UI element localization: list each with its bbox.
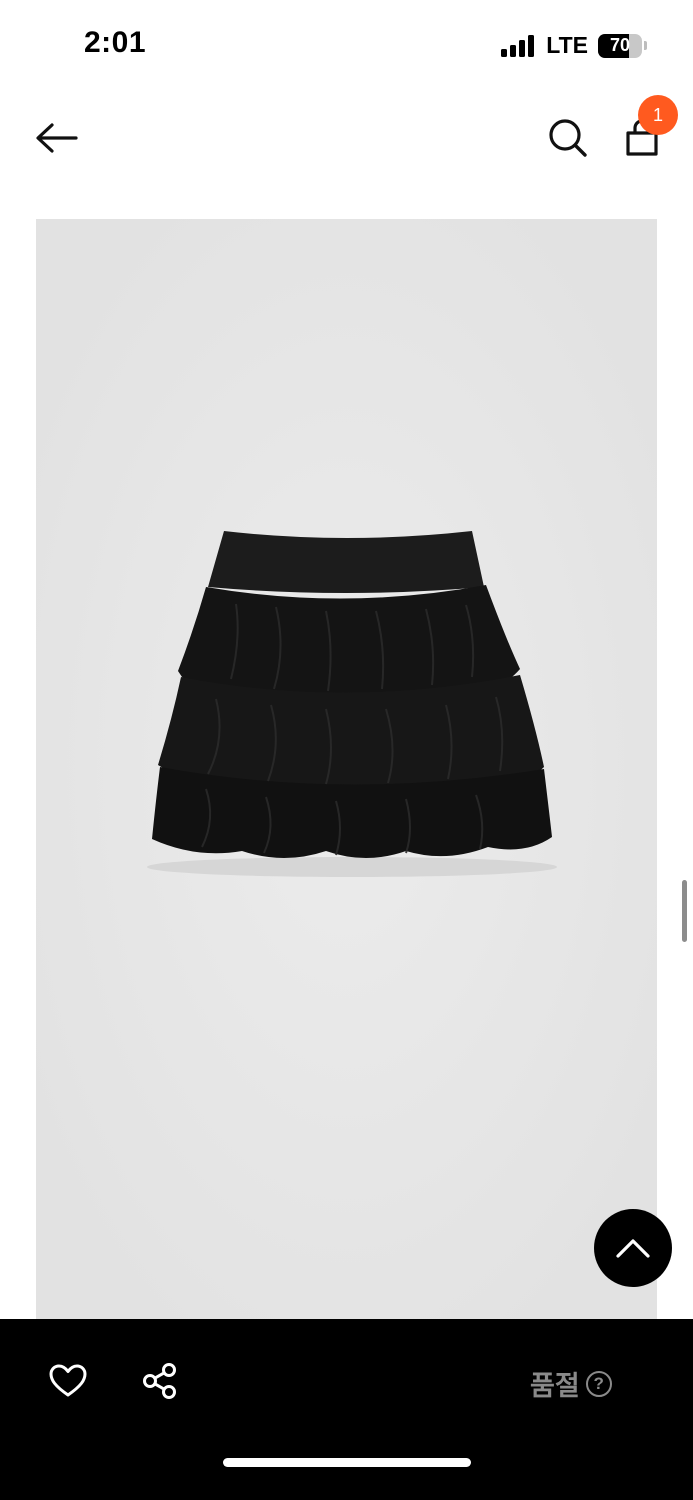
back-button[interactable]	[32, 114, 80, 162]
chevron-up-icon	[616, 1239, 650, 1258]
sold-out-label: 품절	[530, 1371, 580, 1402]
like-button[interactable]	[44, 1357, 92, 1405]
cart-count-badge: 1	[638, 95, 678, 135]
ruffle-skirt-illustration	[36, 219, 657, 1319]
arrow-left-icon	[36, 123, 78, 153]
status-time: 2:01	[84, 26, 147, 59]
status-bar: 2:01 LTE 70	[0, 0, 693, 90]
top-navigation	[0, 90, 693, 190]
share-icon	[143, 1363, 176, 1399]
network-type: LTE	[546, 32, 588, 58]
scroll-indicator[interactable]	[682, 880, 687, 942]
bottom-action-bar: 품절 ?	[0, 1319, 693, 1500]
sold-out-status[interactable]: 품절 ?	[530, 1364, 612, 1403]
cellular-signal-icon	[501, 34, 535, 57]
search-icon	[549, 119, 587, 157]
search-button[interactable]	[544, 114, 592, 162]
battery-icon: 70	[598, 33, 647, 58]
help-circle-icon[interactable]: ?	[585, 1370, 612, 1397]
status-indicators: LTE 70	[501, 32, 647, 59]
home-indicator	[223, 1458, 471, 1467]
share-button[interactable]	[136, 1357, 184, 1405]
scroll-to-top-button[interactable]	[594, 1209, 672, 1287]
product-image[interactable]	[36, 219, 657, 1319]
heart-icon	[49, 1364, 87, 1397]
battery-level: 70	[609, 35, 631, 55]
